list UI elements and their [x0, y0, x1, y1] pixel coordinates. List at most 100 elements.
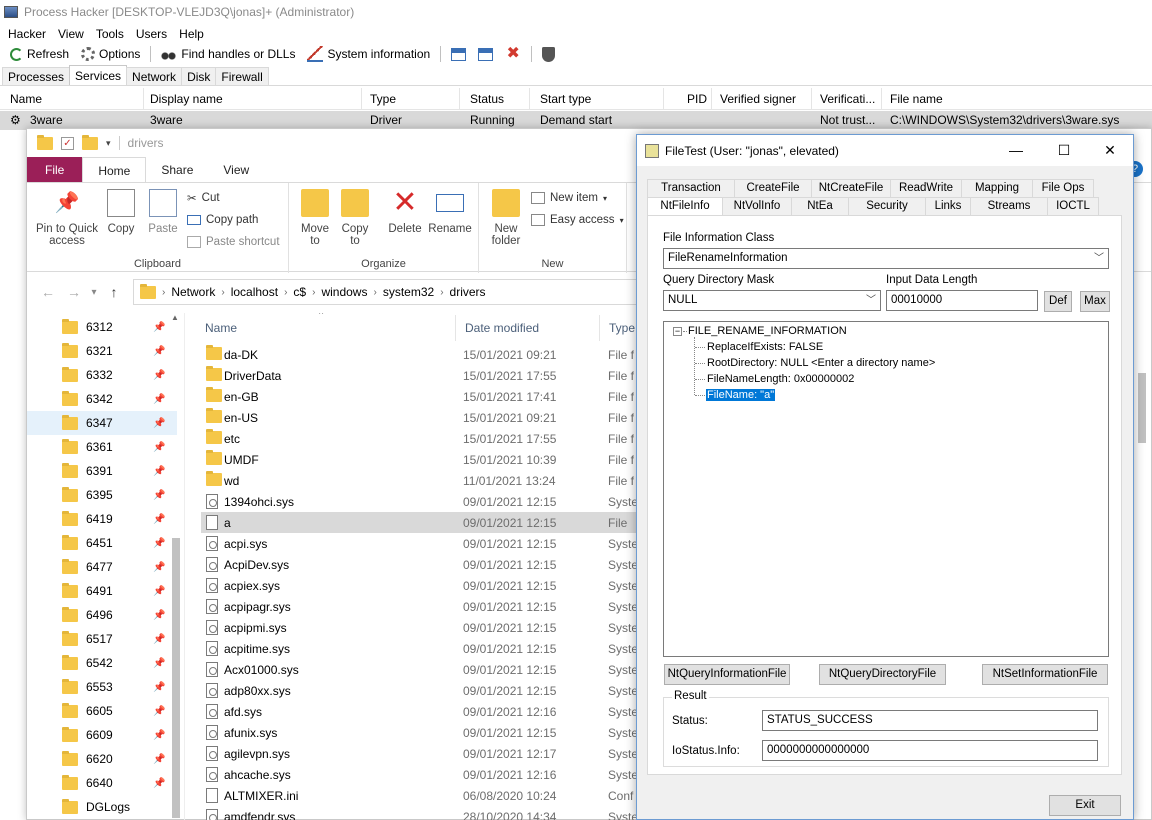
ntsetinformationfile-button[interactable]: NtSetInformationFile	[982, 664, 1108, 685]
file-row[interactable]: acpitime.sys 09/01/2021 12:15 Syste	[201, 638, 637, 659]
close-icon[interactable]: ✕	[1087, 135, 1133, 166]
navigation-scrollbar[interactable]: ▲	[170, 313, 182, 820]
collapse-icon[interactable]: −	[673, 327, 682, 336]
menu-tools[interactable]: Tools	[90, 27, 130, 41]
column-type[interactable]: Type	[609, 321, 635, 335]
pin-icon[interactable]: 📌	[153, 538, 165, 549]
sidebar-item-6321[interactable]: 6321 📌	[27, 339, 177, 363]
breadcrumb-drivers[interactable]: drivers	[450, 285, 486, 299]
file-row[interactable]: amdfendr.sys 28/10/2020 14:34 Syste	[201, 806, 637, 820]
column-start-type[interactable]: Start type	[530, 88, 664, 110]
properties-check-icon[interactable]: ✓	[61, 136, 74, 150]
breadcrumb-system32[interactable]: system32	[383, 285, 434, 299]
pin-icon[interactable]: 📌	[153, 586, 165, 597]
sidebar-item-6332[interactable]: 6332 📌	[27, 363, 177, 387]
tab-firewall[interactable]: Firewall	[215, 67, 269, 86]
sidebar-item-6491[interactable]: 6491 📌	[27, 579, 177, 603]
move-to-button[interactable]: Move to	[297, 189, 333, 247]
rename-button[interactable]: Rename	[427, 189, 473, 235]
menu-view[interactable]: View	[52, 27, 90, 41]
maximize-icon[interactable]: ☐	[1041, 135, 1087, 166]
pin-icon[interactable]: 📌	[153, 754, 165, 765]
max-button[interactable]: Max	[1080, 291, 1110, 312]
file-row[interactable]: wd 11/01/2021 13:24 File f	[201, 470, 637, 491]
tab-file-ops[interactable]: File Ops	[1032, 179, 1094, 198]
tab-network[interactable]: Network	[126, 67, 183, 86]
system-information-button[interactable]: System information	[301, 44, 436, 64]
pin-icon[interactable]: 📌	[153, 322, 165, 333]
tree-replace-if-exists[interactable]: ReplaceIfExists: FALSE	[707, 341, 823, 353]
query-directory-mask-select[interactable]: NULL ﹀	[663, 290, 881, 311]
copy-button[interactable]: Copy	[103, 189, 139, 235]
file-row[interactable]: afunix.sys 09/01/2021 12:15 Syste	[201, 722, 637, 743]
tab-streams[interactable]: Streams	[970, 197, 1048, 216]
file-row[interactable]: a 09/01/2021 12:15 File	[201, 512, 637, 533]
sidebar-item-6640[interactable]: 6640 📌	[27, 771, 177, 795]
minimize-icon[interactable]: —	[993, 135, 1039, 166]
column-verified-signer[interactable]: Verified signer	[710, 88, 812, 110]
ntquerydirectoryfile-button[interactable]: NtQueryDirectoryFile	[819, 664, 946, 685]
pin-icon[interactable]: 📌	[153, 610, 165, 621]
show-window-button[interactable]	[445, 44, 472, 64]
column-name[interactable]: Name	[205, 321, 237, 335]
sidebar-item-6609[interactable]: 6609 📌	[27, 723, 177, 747]
status-field[interactable]: STATUS_SUCCESS	[762, 710, 1098, 731]
column-verification[interactable]: Verificati...	[810, 88, 882, 110]
breadcrumb-c-share[interactable]: c$	[293, 285, 306, 299]
sidebar-item-6620[interactable]: 6620 📌	[27, 747, 177, 771]
cut-button[interactable]: ✂ Cut	[187, 188, 220, 208]
file-row[interactable]: 1394ohci.sys 09/01/2021 12:15 Syste	[201, 491, 637, 512]
file-row[interactable]: AcpiDev.sys 09/01/2021 12:15 Syste	[201, 554, 637, 575]
sidebar-item-6361[interactable]: 6361 📌	[27, 435, 177, 459]
explorer-scrollbar[interactable]	[1135, 313, 1149, 563]
column-status[interactable]: Status	[460, 88, 530, 110]
menu-hacker[interactable]: Hacker	[2, 27, 52, 41]
find-handles-button[interactable]: Find handles or DLLs	[155, 44, 301, 64]
file-row[interactable]: acpipagr.sys 09/01/2021 12:15 Syste	[201, 596, 637, 617]
iostatus-info-field[interactable]: 0000000000000000	[762, 740, 1098, 761]
tab-ioctl[interactable]: IOCTL	[1047, 197, 1099, 216]
pin-icon[interactable]: 📌	[153, 442, 165, 453]
tree-root-directory[interactable]: RootDirectory: NULL <Enter a directory n…	[707, 357, 935, 369]
pin-icon[interactable]: 📌	[153, 370, 165, 381]
address-bar[interactable]: › Network › localhost › c$ › windows › s…	[133, 279, 639, 305]
tab-security[interactable]: Security	[848, 197, 926, 216]
sidebar-item-6395[interactable]: 6395 📌	[27, 483, 177, 507]
column-pid[interactable]: PID	[664, 88, 712, 110]
tree-root[interactable]: FILE_RENAME_INFORMATION	[688, 325, 847, 337]
file-row[interactable]: Acx01000.sys 09/01/2021 12:15 Syste	[201, 659, 637, 680]
menu-users[interactable]: Users	[130, 27, 173, 41]
sidebar-item-6419[interactable]: 6419 📌	[27, 507, 177, 531]
exit-button[interactable]: Exit	[1049, 795, 1121, 816]
pin-icon[interactable]: 📌	[153, 634, 165, 645]
scroll-up-icon[interactable]: ▲	[171, 313, 179, 322]
new-folder-qat-icon[interactable]	[82, 134, 98, 150]
back-arrow-icon[interactable]: ←	[35, 284, 61, 300]
file-row[interactable]: UMDF 15/01/2021 10:39 File f	[201, 449, 637, 470]
tab-readwrite[interactable]: ReadWrite	[890, 179, 962, 198]
copy-to-button[interactable]: Copy to	[337, 189, 373, 247]
column-name[interactable]: Name	[0, 88, 144, 110]
sidebar-item-dglogs[interactable]: DGLogs	[27, 795, 177, 819]
new-item-button[interactable]: New item ▾	[531, 188, 607, 208]
file-row[interactable]: acpiex.sys 09/01/2021 12:15 Syste	[201, 575, 637, 596]
sidebar-item-6517[interactable]: 6517 📌	[27, 627, 177, 651]
file-row[interactable]: agilevpn.sys 09/01/2021 12:17 Syste	[201, 743, 637, 764]
tab-view[interactable]: View	[208, 157, 264, 183]
sidebar-item-6391[interactable]: 6391 📌	[27, 459, 177, 483]
forward-arrow-icon[interactable]: →	[61, 284, 87, 300]
ntqueryinformationfile-button[interactable]: NtQueryInformationFile	[664, 664, 790, 685]
def-button[interactable]: Def	[1044, 291, 1072, 312]
recent-dropdown-icon[interactable]: ▾	[87, 287, 101, 298]
pin-icon[interactable]: 📌	[153, 778, 165, 789]
tree-file-name-length[interactable]: FileNameLength: 0x00000002	[707, 373, 854, 385]
pin-icon[interactable]: 📌	[153, 562, 165, 573]
qat-dropdown-icon[interactable]: ▾	[106, 138, 111, 149]
tab-mapping[interactable]: Mapping	[961, 179, 1033, 198]
file-row[interactable]: da-DK 15/01/2021 09:21 File f	[201, 344, 637, 365]
pin-icon[interactable]: 📌	[153, 394, 165, 405]
easy-access-button[interactable]: Easy access ▾	[531, 210, 624, 230]
pin-to-quick-access-button[interactable]: 📌 Pin to Quick access	[33, 189, 101, 247]
file-row[interactable]: afd.sys 09/01/2021 12:16 Syste	[201, 701, 637, 722]
sidebar-item-6342[interactable]: 6342 📌	[27, 387, 177, 411]
